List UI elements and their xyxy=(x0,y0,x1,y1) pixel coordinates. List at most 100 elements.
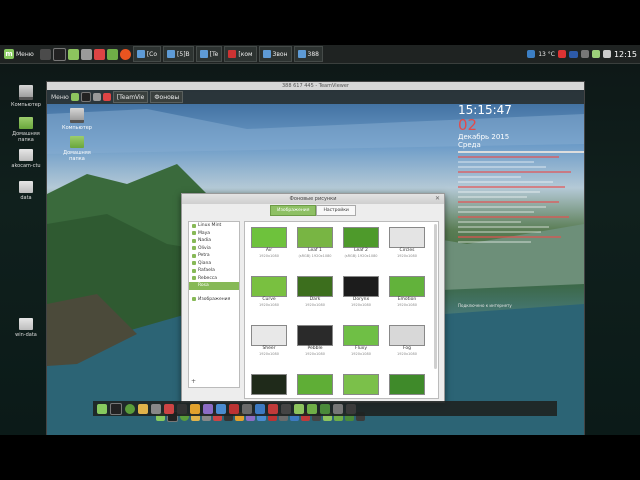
wallpaper-thumbnail[interactable]: Emotion 1920x1080 xyxy=(389,276,425,307)
close-icon[interactable]: ✕ xyxy=(434,195,441,202)
chrome-icon[interactable] xyxy=(119,48,131,60)
sidebar-item[interactable]: Petra xyxy=(189,252,239,260)
wallpaper-preview xyxy=(297,374,333,395)
sidebar-item[interactable]: Rafaela xyxy=(189,267,239,275)
chrome-icon[interactable] xyxy=(125,403,135,414)
sidebar-item[interactable]: Qiana xyxy=(189,260,239,268)
update-shield-icon[interactable] xyxy=(591,50,600,58)
mint-icon[interactable] xyxy=(97,403,107,414)
wallpaper-thumbnail[interactable] xyxy=(297,374,333,395)
teamviewer-remote-window[interactable]: 388 617 445 - TeamViewer Меню [TeamVie Ф… xyxy=(46,81,585,435)
system-tray: 13 °C 12:15 xyxy=(527,50,640,59)
wallpaper-thumbnail[interactable]: Pebble 1920x1080 xyxy=(297,325,333,356)
close-tray-icon[interactable] xyxy=(557,50,566,58)
folder-icon[interactable] xyxy=(106,48,118,60)
terminal-icon[interactable] xyxy=(80,92,91,102)
settings-icon[interactable] xyxy=(80,48,92,60)
browser-icon[interactable] xyxy=(216,403,226,414)
editor-icon[interactable] xyxy=(203,403,213,414)
weather-icon[interactable] xyxy=(527,50,536,58)
terminal-icon[interactable] xyxy=(110,402,122,415)
sidebar-item[interactable]: Rebecca xyxy=(189,275,239,283)
remote-menu-label[interactable]: Меню xyxy=(51,94,69,101)
taskbar-item-4[interactable]: [ком xyxy=(224,46,257,62)
folder-icon[interactable] xyxy=(307,403,317,414)
taskbar-item-1[interactable]: [Co xyxy=(132,46,162,62)
opera-icon[interactable] xyxy=(268,403,278,414)
desktop-icon-home[interactable]: Домашняя папка xyxy=(4,117,48,143)
wallpaper-thumbnail[interactable]: Curve 1920x1080 xyxy=(251,276,287,307)
wallpaper-thumbnail[interactable]: Dark 1920x1080 xyxy=(297,276,333,307)
player-icon[interactable] xyxy=(177,403,187,414)
sidebar-item[interactable]: Olivia xyxy=(189,245,239,253)
tab-settings[interactable]: Настройки xyxy=(316,205,356,216)
volume-icon[interactable] xyxy=(602,50,611,58)
folder-icon[interactable] xyxy=(320,403,330,414)
folder-icon xyxy=(192,231,196,236)
wallpaper-thumbnail[interactable]: Sheer 1920x1080 xyxy=(251,325,287,356)
menu-button[interactable]: m Меню xyxy=(0,45,38,63)
show-desktop-icon[interactable] xyxy=(39,48,51,60)
keyboard-layout-icon[interactable] xyxy=(568,50,578,58)
wallpaper-thumbnail[interactable] xyxy=(343,374,379,395)
conky-footer: Подключено к интернету xyxy=(458,303,512,308)
wallpaper-thumbnail[interactable] xyxy=(389,374,425,395)
drive-icon[interactable] xyxy=(333,403,343,414)
desktop-icon-data[interactable]: data xyxy=(4,181,48,201)
cherry-icon[interactable] xyxy=(93,48,105,60)
trash-icon[interactable] xyxy=(346,403,356,414)
lm-icon[interactable] xyxy=(229,403,239,414)
terminal-icon[interactable] xyxy=(52,47,66,61)
task-label: [Co xyxy=(146,50,158,58)
sidebar-item[interactable]: Rosa xyxy=(189,282,239,290)
desktop-icon-akocam[interactable]: akocam-ctu xyxy=(4,149,48,169)
folder-icon xyxy=(192,261,196,266)
vlc-icon[interactable] xyxy=(190,403,200,414)
user-icon[interactable] xyxy=(580,50,589,58)
bottom-dock xyxy=(93,401,557,416)
wallpaper-thumbnail[interactable]: Fog 1920x1080 xyxy=(389,325,425,356)
folder-icon[interactable] xyxy=(294,403,304,414)
wallpaper-thumbnail[interactable]: Air 1920x1080 xyxy=(251,227,287,258)
settings-icon[interactable] xyxy=(151,403,161,414)
wallpaper-thumbnail[interactable] xyxy=(251,374,287,395)
conky-stat-line xyxy=(458,156,559,158)
wallpaper-size: 1920x1080 xyxy=(259,303,279,307)
tab-images[interactable]: Изображения xyxy=(270,205,317,216)
desktop-icon-win-data[interactable]: win-data xyxy=(4,318,48,338)
gallery-scrollbar[interactable] xyxy=(434,224,437,369)
sidebar-item[interactable]: Maya xyxy=(189,230,239,238)
cherry-icon[interactable] xyxy=(164,403,174,414)
wallpaper-thumbnail[interactable]: Circles 1920x1080 xyxy=(389,227,425,258)
wallpaper-preview xyxy=(251,325,287,346)
mail-icon[interactable] xyxy=(242,403,252,414)
folder-icon xyxy=(192,268,196,273)
add-icon[interactable]: + xyxy=(191,378,196,385)
teamviewer-icon[interactable] xyxy=(255,403,265,414)
wallpaper-thumbnail[interactable]: Fluxy 1920x1080 xyxy=(343,325,379,356)
sidebar-item[interactable]: Изображения xyxy=(189,296,239,304)
desktop-icon-computer[interactable]: Компьютер xyxy=(4,85,48,108)
settings-icon[interactable] xyxy=(92,93,101,101)
wallpaper-thumbnail[interactable]: Leaf 2 (sRGB) 1920x1080 xyxy=(343,227,379,258)
remote-desktop-icon-home[interactable]: Домашняя папка xyxy=(55,136,99,162)
files-icon[interactable] xyxy=(67,48,79,60)
remote-task-backgrounds[interactable]: Фоновы xyxy=(150,91,184,103)
files-icon[interactable] xyxy=(70,93,79,101)
wallpaper-thumbnail[interactable]: Leaf 1 (sRGB) 1920x1080 xyxy=(297,227,333,258)
remote-task-teamviewer[interactable]: [TeamVie xyxy=(112,91,149,103)
taskbar-item-3[interactable]: [Te xyxy=(195,46,223,62)
monitor-icon[interactable] xyxy=(281,403,291,414)
panel-clock[interactable]: 12:15 xyxy=(614,50,637,59)
sidebar-item[interactable]: Nadia xyxy=(189,237,239,245)
conky-stat-line xyxy=(458,226,549,228)
remote-desktop-icon-computer[interactable]: Компьютер xyxy=(55,108,99,131)
wallpaper-thumbnail[interactable]: Dorynx 1920x1080 xyxy=(343,276,379,307)
taskbar-item-5[interactable]: Звон xyxy=(258,46,292,62)
taskbar-item-6[interactable]: 388 xyxy=(293,46,323,62)
taskbar-item-2[interactable]: [5]B xyxy=(163,46,194,62)
cherry-icon[interactable] xyxy=(102,93,111,101)
archive-icon[interactable] xyxy=(138,403,148,414)
sidebar-item[interactable]: Linux Mint xyxy=(189,222,239,230)
conky-stat-line xyxy=(458,186,566,188)
